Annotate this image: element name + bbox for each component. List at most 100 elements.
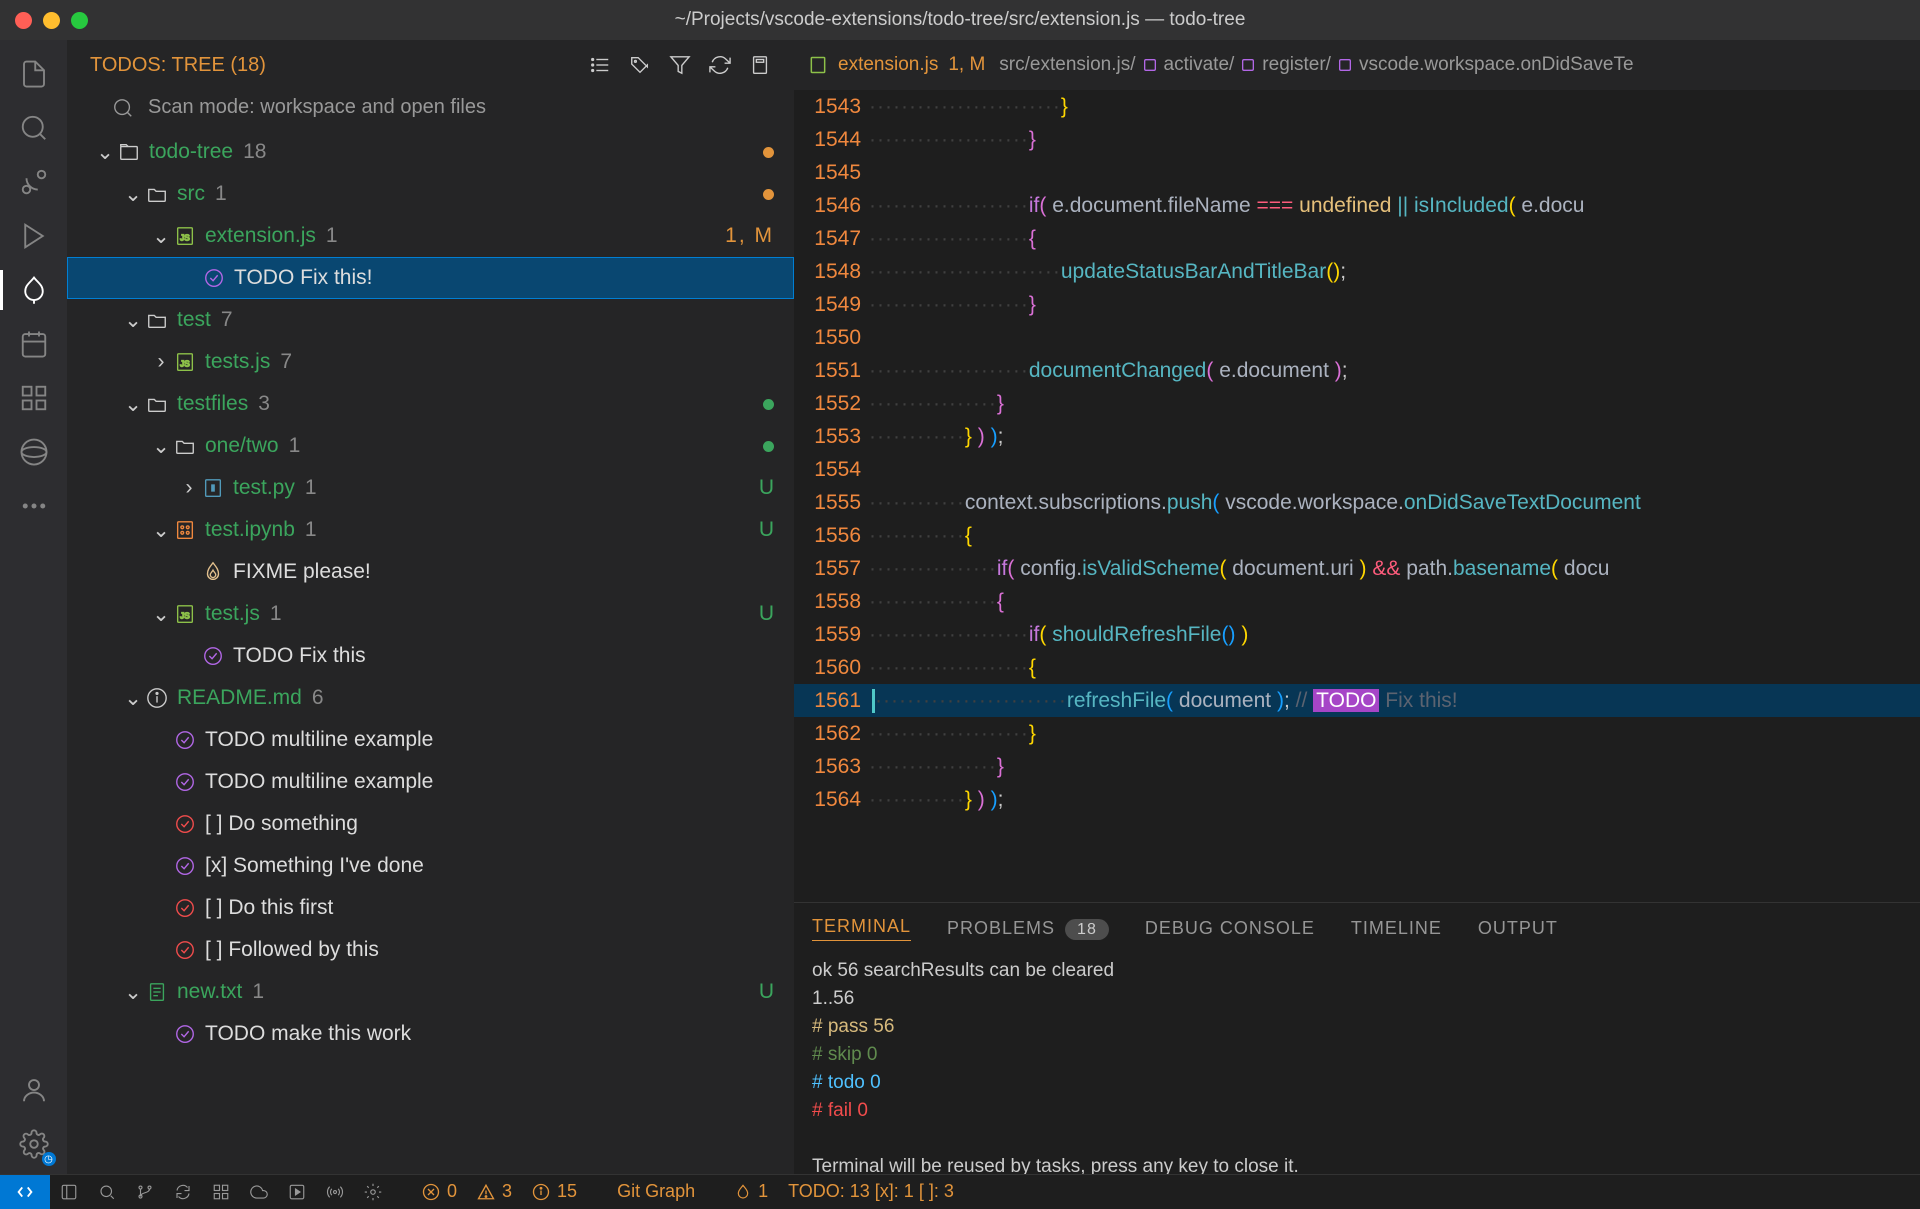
code-line[interactable]: 1546····················if( e.document.f… [794,189,1920,222]
code-line[interactable]: 1555············context.subscriptions.pu… [794,486,1920,519]
status-gear-icon[interactable] [354,1183,392,1201]
code-line[interactable]: 1543························} [794,90,1920,123]
tree-row[interactable]: TODO multiline example [67,719,794,761]
tree-row[interactable]: ⌄testfiles3 [67,383,794,425]
tab-extension-js[interactable]: extension.js 1, M [808,54,985,76]
status-search-icon[interactable] [88,1183,126,1201]
tab-timeline[interactable]: TIMELINE [1351,918,1442,939]
max-dot[interactable] [71,12,88,29]
crumb[interactable]: vscode.workspace.onDidSaveTe [1337,54,1634,76]
code-line[interactable]: 1562····················} [794,717,1920,750]
code-line[interactable]: 1544····················} [794,123,1920,156]
tree-row[interactable]: ⌄one/two1 [67,425,794,467]
code-line[interactable]: 1550 [794,321,1920,354]
code-line[interactable]: 1563················} [794,750,1920,783]
code-line[interactable]: 1552················} [794,387,1920,420]
code-line[interactable]: 1551····················documentChanged(… [794,354,1920,387]
tree-row[interactable]: TODO Fix this [67,635,794,677]
code-line[interactable]: 1556············{ [794,519,1920,552]
tree-row[interactable]: ⌄test.ipynb1U [67,509,794,551]
remote-icon[interactable] [0,1175,50,1209]
tree-row[interactable]: ⌄JStest.js1U [67,593,794,635]
status-sync-icon[interactable] [164,1183,202,1201]
tree-row[interactable]: ⌄test7 [67,299,794,341]
code-line[interactable]: 1564············} ) ); [794,783,1920,816]
code-line[interactable]: 1549····················} [794,288,1920,321]
tree-row[interactable]: ›JStests.js7 [67,341,794,383]
todo-tree-icon[interactable] [14,270,54,310]
code-line[interactable]: 1553············} ) ); [794,420,1920,453]
status-gitgraph[interactable]: Git Graph [607,1181,705,1202]
tree-row[interactable]: [ ] Do this first [67,887,794,929]
account-icon[interactable] [14,1070,54,1110]
code-line[interactable]: 1560····················{ [794,651,1920,684]
code-line[interactable]: 1557················if( config.isValidSc… [794,552,1920,585]
code-line[interactable]: 1548························updateStatus… [794,255,1920,288]
explorer-icon[interactable] [14,54,54,94]
status-cloud-icon[interactable] [240,1183,278,1201]
close-dot[interactable] [15,12,32,29]
code-line[interactable]: 1558················{ [794,585,1920,618]
code-view[interactable]: 1543························}1544·······… [794,90,1920,902]
tree-row[interactable]: TODO make this work [67,1013,794,1055]
scan-mode[interactable]: Scan mode: workspace and open files [67,90,794,131]
tree-row[interactable]: [x] Something I've done [67,845,794,887]
traffic-lights [15,12,88,29]
tree-row[interactable]: ⌄README.md6 [67,677,794,719]
search-icon[interactable] [14,108,54,148]
extensions-icon[interactable] [14,378,54,418]
tree-row[interactable]: ⌄JSextension.js11, M [67,215,794,257]
run-debug-icon[interactable] [14,216,54,256]
tree-row[interactable]: ⌄new.txt1U [67,971,794,1013]
panel: TERMINAL PROBLEMS18 DEBUG CONSOLE TIMELI… [794,902,1920,1174]
status-run-icon[interactable] [278,1183,316,1201]
status-info[interactable]: 15 [522,1181,587,1202]
status-warnings[interactable]: 3 [467,1181,522,1202]
code-line[interactable]: 1554 [794,453,1920,486]
term-line: 1..56 [812,985,1902,1013]
crumb[interactable]: activate/ [1142,54,1235,76]
status-errors[interactable]: 0 [412,1181,467,1202]
tab-badge: 1, M [948,54,985,76]
tree-row[interactable]: ⌄todo-tree18 [67,131,794,173]
tree-row[interactable]: [ ] Followed by this [67,929,794,971]
status-todo-summary[interactable]: TODO: 13 [x]: 1 [ ]: 3 [778,1181,964,1202]
warn-count: 3 [502,1181,512,1202]
code-line[interactable]: 1545 [794,156,1920,189]
tab-problems[interactable]: PROBLEMS18 [947,918,1109,939]
svg-text:JS: JS [180,612,190,621]
code-line[interactable]: 1547····················{ [794,222,1920,255]
tree-row[interactable]: TODO multiline example [67,761,794,803]
tab-debug-console[interactable]: DEBUG CONSOLE [1145,918,1315,939]
term-line: Terminal will be reused by tasks, press … [812,1153,1902,1174]
export-icon[interactable] [749,54,771,76]
code-line[interactable]: 1561························refreshFile(… [794,684,1920,717]
sphere-icon[interactable] [14,432,54,472]
crumb[interactable]: register/ [1240,54,1331,76]
tree-row[interactable]: [ ] Do something [67,803,794,845]
refresh-icon[interactable] [709,54,731,76]
min-dot[interactable] [43,12,60,29]
status-flame[interactable]: 1 [725,1181,778,1202]
breadcrumb[interactable]: src/extension.js/activate/register/vscod… [999,54,1633,76]
calendar-icon[interactable] [14,324,54,364]
status-branch-icon[interactable] [126,1183,164,1201]
crumb[interactable]: src/extension.js/ [999,54,1135,76]
filter-icon[interactable] [669,54,691,76]
tag-icon[interactable] [629,54,651,76]
list-icon[interactable] [589,54,611,76]
tab-terminal[interactable]: TERMINAL [812,916,911,941]
tree-row[interactable]: ⌄src1 [67,173,794,215]
code-line[interactable]: 1559····················if( shouldRefres… [794,618,1920,651]
source-control-icon[interactable] [14,162,54,202]
tree-row[interactable]: ›test.py1U [67,467,794,509]
tree-row[interactable]: FIXME please! [67,551,794,593]
status-grid-icon[interactable] [202,1183,240,1201]
tab-output[interactable]: OUTPUT [1478,918,1558,939]
more-icon[interactable] [14,486,54,526]
tree-row[interactable]: TODO Fix this! [67,257,794,299]
status-layout-icon[interactable] [50,1183,88,1201]
terminal[interactable]: ok 56 searchResults can be cleared1..56#… [794,953,1920,1174]
settings-icon[interactable]: ◷ [14,1124,54,1164]
status-broadcast-icon[interactable] [316,1183,354,1201]
